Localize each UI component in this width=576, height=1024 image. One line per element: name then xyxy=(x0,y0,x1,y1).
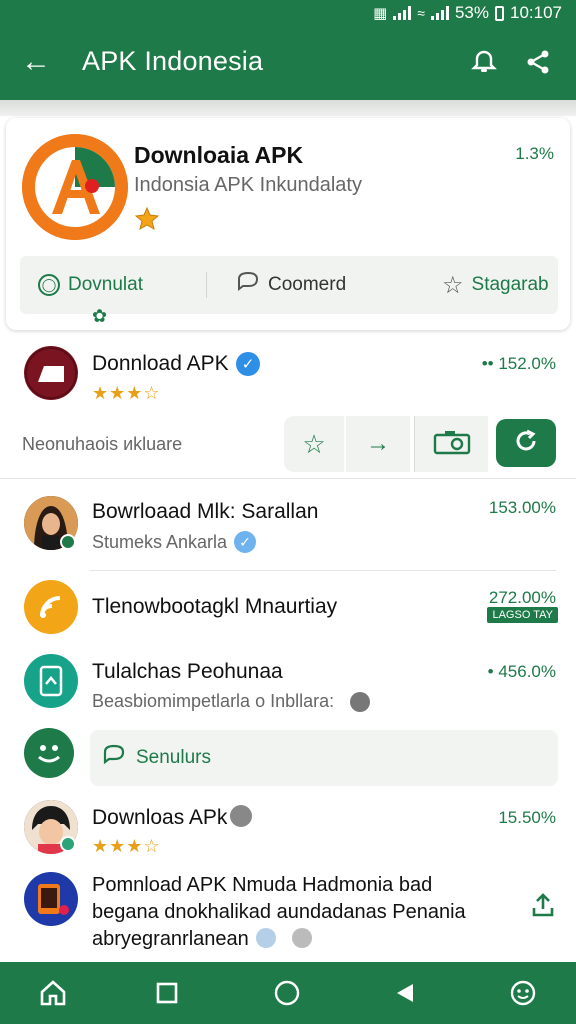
status-bar: ▦ ≈ 53% 10:107 xyxy=(0,0,576,26)
verified-icon: ✓ xyxy=(234,531,256,553)
item-title[interactable]: Downloas APk xyxy=(92,806,227,830)
badge-icon xyxy=(134,206,160,232)
item-title-line2: begana dnokhalikad aundadanas Penania xyxy=(92,901,466,923)
smiley-icon xyxy=(24,728,74,778)
page-title: APK Indonesia xyxy=(82,46,264,76)
item-button-bar: ☆ → xyxy=(284,416,556,472)
item-rating: ★★★☆ xyxy=(92,836,161,856)
star-label: Stagarab xyxy=(471,274,549,295)
item-percent: 15.50% xyxy=(498,808,556,827)
item-note: Neonuhaois иkluare xyxy=(22,434,183,454)
download-action[interactable]: ◯ Dovnulat xyxy=(38,256,143,314)
item-avatar[interactable] xyxy=(24,872,78,926)
chat-icon xyxy=(102,744,126,772)
signal-icon-2 xyxy=(430,6,449,20)
appbar-shadow xyxy=(0,100,576,116)
action-divider xyxy=(206,272,207,298)
home-circle-icon[interactable] xyxy=(270,976,304,1010)
recents-icon[interactable] xyxy=(150,976,184,1010)
app-logo-icon xyxy=(22,134,128,240)
arrow-right-icon: → xyxy=(366,430,390,457)
comment-action[interactable]: Coomerd xyxy=(236,256,346,314)
battery-level: 53% xyxy=(454,3,489,22)
wifi-icon: ≈ xyxy=(417,5,425,21)
item-tag: LAGSO TAY xyxy=(487,607,558,623)
item-percent: •• 152.0% xyxy=(481,354,556,373)
signal-icon xyxy=(393,6,412,20)
download-icon: ◯ xyxy=(38,274,60,296)
info-icon xyxy=(230,805,252,827)
featured-percent: 1.3% xyxy=(515,144,554,163)
item-subtitle: Beasbiomimpetlarlа o Inbllara: xyxy=(92,691,335,711)
vibrate-icon: ▦ xyxy=(373,5,388,22)
item-subtitle: Stumeks Ankarla xyxy=(92,532,228,552)
upload-icon[interactable] xyxy=(530,892,556,923)
comment-icon xyxy=(236,271,260,299)
item-title[interactable]: Bowrloaad Mlk: Sarallan xyxy=(92,500,318,524)
item-percent: • 456.0% xyxy=(487,662,556,681)
back-arrow-icon[interactable]: ← xyxy=(20,45,52,78)
app-bar: ← APK Indonesia xyxy=(0,26,576,100)
emoji-icon-2 xyxy=(292,928,312,948)
share-icon[interactable] xyxy=(520,44,556,80)
item-percent: 153.00% xyxy=(488,498,556,517)
emoji-icon xyxy=(256,928,276,948)
notification-bell-icon[interactable] xyxy=(466,44,502,80)
refresh-button[interactable] xyxy=(496,419,556,467)
star-action[interactable]: ☆ Stagarab xyxy=(442,256,549,314)
leaf-icon: ✿ xyxy=(92,306,108,326)
item-percent: 272.00% xyxy=(488,588,556,607)
online-status-icon xyxy=(60,534,76,550)
forward-button[interactable]: → xyxy=(346,416,410,472)
featured-subtitle: Indonsia APK Inkundalaty xyxy=(134,174,362,196)
bottom-nav-bar xyxy=(0,962,576,1024)
back-icon[interactable] xyxy=(388,976,422,1010)
item-avatar[interactable] xyxy=(24,346,78,400)
item-avatar[interactable] xyxy=(24,580,78,634)
star-outline-icon: ☆ xyxy=(302,428,326,459)
battery-icon xyxy=(495,5,504,21)
item-title-line3: abryegranrlanean xyxy=(92,928,249,950)
lock-icon xyxy=(350,692,370,712)
verified-icon: ✓ xyxy=(236,352,260,376)
profile-face-icon[interactable] xyxy=(506,976,540,1010)
row-divider xyxy=(90,570,556,571)
section-divider xyxy=(0,478,576,479)
camera-icon xyxy=(433,429,471,460)
download-label: Dovnulat xyxy=(68,274,143,295)
item-avatar[interactable] xyxy=(24,654,78,708)
featured-title: Downloaia APK xyxy=(134,142,304,168)
home-icon[interactable] xyxy=(36,976,70,1010)
item-rating: ★★★☆ xyxy=(92,383,161,403)
refresh-icon xyxy=(512,427,540,460)
favorite-button[interactable]: ☆ xyxy=(284,416,344,472)
featured-app-card[interactable]: Downloaia APK Indonsia APK Inkundalaty 1… xyxy=(6,118,570,330)
item-title-line1[interactable]: Pomnload APK Nmuda Hadmonia bad xyxy=(92,874,432,897)
item-title[interactable]: Tulalchas Peohunaa xyxy=(92,660,283,684)
online-status-icon xyxy=(60,836,76,852)
comment-label: Coomerd xyxy=(268,274,347,295)
item-title[interactable]: Tlenowbootagkl Mnaurtiay xyxy=(92,595,337,619)
suggestion-chip[interactable]: Senulurs xyxy=(90,730,558,786)
item-title[interactable]: Donnload APK xyxy=(92,352,229,376)
star-outline-icon: ☆ xyxy=(442,271,464,299)
camera-button[interactable] xyxy=(414,416,488,472)
clock: 10:107 xyxy=(510,3,562,22)
chip-label: Senulurs xyxy=(136,747,211,768)
